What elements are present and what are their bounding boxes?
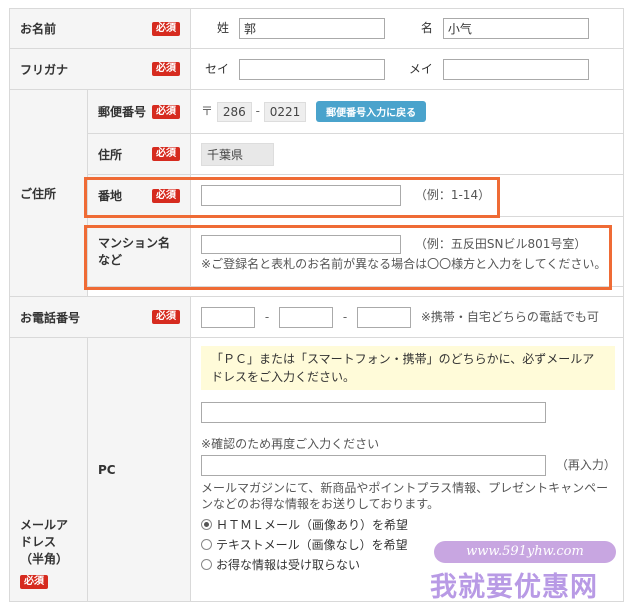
mansion-example: （例：五反田SNビル801号室） bbox=[414, 236, 587, 251]
postal-code-part1: 286 bbox=[216, 101, 252, 122]
postal-code-part2: 0221 bbox=[263, 101, 307, 122]
mei-kana-label: メイ bbox=[408, 61, 433, 76]
required-badge: 必須 bbox=[152, 310, 181, 324]
phone-label: お電話番号 bbox=[20, 310, 81, 325]
sei-label: 姓 bbox=[217, 21, 230, 35]
confirm-note: ※確認のため再度ご入力ください bbox=[201, 437, 380, 451]
postal-label: 郵便番号 bbox=[98, 105, 147, 119]
name-sei-input[interactable] bbox=[239, 18, 386, 39]
pc-label: PC bbox=[98, 462, 116, 477]
required-badge: 必須 bbox=[152, 147, 181, 161]
watermark-text: 我就要优惠网 bbox=[430, 572, 598, 603]
phone-dash: - bbox=[342, 309, 348, 324]
furigana-label: フリガナ bbox=[20, 62, 69, 77]
address-readonly: 千葉県 bbox=[201, 142, 275, 166]
row-phone: お電話番号 必須 - - ※携帯・自宅どちらの電話でも可 bbox=[8, 296, 625, 338]
name-label-cell: お名前 必須 bbox=[8, 8, 192, 49]
magazine-note: メールマガジンにて、新商品やポイントプラス情報、プレゼントキャンペーンなどのお得… bbox=[201, 481, 609, 511]
row-postal: ご住所 郵便番号 必須 〒 286 - 0221 郵便番号入力に戻る bbox=[9, 89, 625, 297]
required-badge: 必須 bbox=[20, 575, 48, 589]
radio-icon[interactable] bbox=[201, 539, 213, 550]
furigana-mei-input[interactable] bbox=[442, 58, 589, 80]
email-required-notice: 「ＰＣ」または「スマートフォン・携帯」のどちらかに、必ずメールアドレスをご入力く… bbox=[201, 346, 616, 390]
radio-selected-icon[interactable] bbox=[201, 519, 213, 530]
reenter-label: （再入力） bbox=[555, 458, 616, 472]
back-to-postal-input-button[interactable]: 郵便番号入力に戻る bbox=[316, 101, 427, 122]
mail-option-html[interactable]: ＨＴＭＬメール（画像あり）を希望 bbox=[201, 515, 623, 535]
required-badge: 必須 bbox=[152, 62, 181, 76]
name-label: お名前 bbox=[20, 22, 57, 36]
phone-input-1[interactable] bbox=[201, 306, 256, 328]
address-label-cell: ご住所 bbox=[9, 89, 88, 297]
email-pc-input[interactable] bbox=[201, 402, 547, 423]
furigana-sei-input[interactable] bbox=[239, 58, 386, 80]
sei-kana-label: セイ bbox=[205, 61, 230, 76]
phone-input-3[interactable] bbox=[357, 306, 412, 328]
address-label: ご住所 bbox=[20, 186, 57, 201]
postal-mark: 〒 bbox=[201, 104, 214, 118]
jusho-label: 住所 bbox=[98, 147, 123, 162]
email-pc-confirm-input[interactable] bbox=[201, 455, 547, 476]
row-furigana: フリガナ 必須 セイ メイ bbox=[8, 48, 625, 90]
email-label: メールアドレス（半角） bbox=[20, 518, 69, 566]
row-banchi: 番地 必須 （例：1-14） bbox=[10, 174, 625, 217]
mansion-label: マンション名など bbox=[98, 235, 171, 267]
watermark-url: www.591yhw.com bbox=[434, 541, 616, 563]
banchi-example: （例：1-14） bbox=[414, 188, 491, 202]
registration-form: お名前 必須 姓 名 フリガナ 必須 セイ メイ ご住所 郵便番号 必須 〒 2… bbox=[8, 8, 625, 602]
row-mansion: マンション名など （例：五反田SNビル801号室） ※ご登録名と表札のお名前が異… bbox=[10, 216, 625, 287]
required-badge: 必須 bbox=[152, 104, 181, 119]
postal-dash: - bbox=[255, 104, 260, 118]
mail-option-text-label: テキストメール（画像なし）を希望 bbox=[216, 538, 408, 552]
required-badge: 必須 bbox=[152, 188, 181, 203]
row-jusho: 住所 必須 千葉県 bbox=[10, 133, 625, 175]
phone-note: ※携帯・自宅どちらの電話でも可 bbox=[420, 309, 599, 324]
name-mei-input[interactable] bbox=[442, 18, 589, 39]
banchi-label: 番地 bbox=[98, 189, 123, 203]
row-spacer bbox=[10, 286, 625, 297]
phone-input-2[interactable] bbox=[279, 306, 334, 328]
row-name: お名前 必須 姓 名 bbox=[8, 8, 625, 49]
mansion-input[interactable] bbox=[201, 234, 402, 254]
mei-label: 名 bbox=[420, 21, 433, 35]
mail-option-none-label: お得な情報は受け取らない bbox=[216, 558, 361, 572]
required-badge: 必須 bbox=[152, 21, 181, 36]
radio-icon[interactable] bbox=[201, 559, 213, 570]
phone-dash: - bbox=[264, 309, 270, 324]
banchi-input[interactable] bbox=[201, 185, 402, 206]
mail-option-html-label: ＨＴＭＬメール（画像あり）を希望 bbox=[216, 518, 409, 532]
mansion-note: ※ご登録名と表札のお名前が異なる場合は〇〇様方と入力をしてください。 bbox=[201, 256, 607, 271]
